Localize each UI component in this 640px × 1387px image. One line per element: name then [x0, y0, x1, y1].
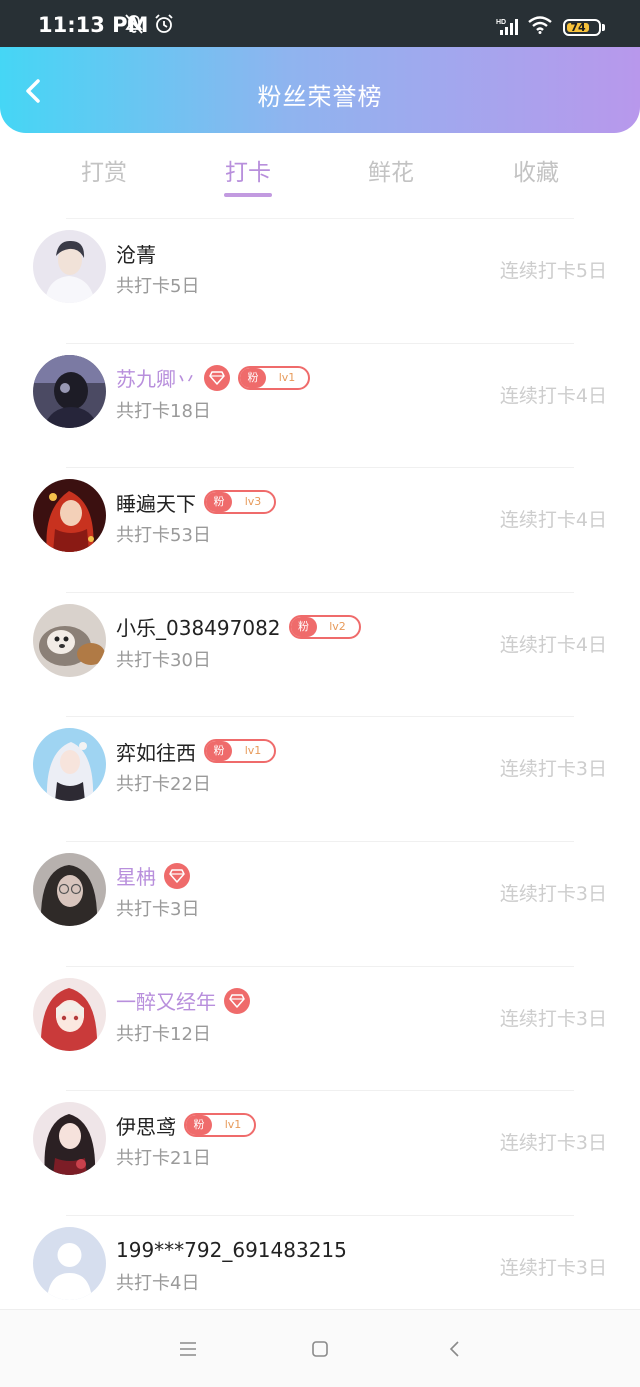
total-checkin-days: 共打卡18日	[116, 400, 211, 422]
user-name[interactable]: 小乐_038497082	[116, 612, 281, 641]
name-line: 睡遍天下粉 lv3	[116, 488, 276, 516]
total-checkin-days: 共打卡30日	[116, 649, 211, 671]
battery-level: 74	[567, 22, 589, 33]
avatar[interactable]	[33, 1226, 106, 1300]
fan-badge-level: lv3	[244, 495, 262, 509]
avatar[interactable]	[33, 479, 106, 553]
checkin-ranking-list: 沧菁 共打卡5日 连续打卡5日 苏九卿丷粉 lv1 共打卡18日 连续打卡4日 睡遍天下粉 lv…	[0, 219, 640, 1340]
alarm-icon	[155, 14, 173, 33]
fan-badge-prefix: 粉	[290, 616, 317, 637]
name-line: 199***792_691483215	[116, 1236, 347, 1264]
avatar[interactable]	[33, 354, 106, 428]
total-checkin-days: 共打卡12日	[116, 1023, 211, 1045]
total-checkin-days: 共打卡21日	[116, 1148, 211, 1170]
total-checkin-days: 共打卡53日	[116, 525, 211, 547]
user-name[interactable]: 一醉又经年	[116, 986, 216, 1015]
avatar[interactable]	[33, 1102, 106, 1176]
tab-favorites[interactable]: 收藏	[486, 153, 586, 187]
list-item[interactable]: 弈如往西粉 lv1 共打卡22日 连续打卡3日	[0, 717, 640, 842]
diamond-vip-icon	[204, 364, 230, 391]
streak-checkin-days: 连续打卡3日	[499, 882, 607, 905]
user-name[interactable]: 苏九卿丷	[116, 363, 196, 392]
fan-level-badge: 粉 lv3	[204, 490, 276, 515]
battery-tip	[602, 24, 605, 31]
tab-checkin[interactable]: 打卡	[198, 153, 298, 187]
streak-checkin-days: 连续打卡3日	[499, 1007, 607, 1030]
fan-badge-prefix: 粉	[186, 1115, 212, 1136]
list-item[interactable]: 小乐_038497082 粉 lv2 共打卡30日 连续打卡4日	[0, 593, 640, 718]
user-name[interactable]: 星柟	[116, 861, 156, 890]
streak-checkin-days: 连续打卡4日	[499, 509, 607, 532]
name-line: 苏九卿丷 粉 lv1	[116, 364, 310, 392]
fan-level-badge: 粉 lv2	[288, 614, 361, 639]
total-checkin-days: 共打卡22日	[116, 774, 211, 796]
status-bar: 11:13 PM HD 74	[0, 0, 640, 47]
name-line: 弈如往西粉 lv1	[116, 737, 276, 765]
user-name[interactable]: 沧菁	[116, 239, 156, 268]
avatar[interactable]	[33, 852, 106, 926]
user-name[interactable]: 睡遍天下	[116, 488, 196, 517]
wifi-icon	[528, 16, 552, 34]
diamond-vip-icon	[224, 987, 250, 1014]
fan-badge-level: lv2	[329, 619, 346, 633]
fan-badge-prefix: 粉	[206, 741, 232, 762]
fan-level-badge: 粉 lv1	[238, 365, 310, 390]
user-name[interactable]: 弈如往西	[116, 737, 196, 766]
fan-level-badge: 粉 lv1	[204, 739, 276, 764]
streak-checkin-days: 连续打卡3日	[499, 1132, 607, 1155]
hd-signal-icon: HD	[496, 19, 518, 35]
name-line: 小乐_038497082 粉 lv2	[116, 613, 361, 641]
tab-reward[interactable]: 打赏	[54, 153, 154, 187]
name-line: 伊思鸢粉 lv1	[116, 1111, 256, 1139]
list-item[interactable]: 沧菁共打卡5日 连续打卡5日	[0, 219, 640, 344]
list-item[interactable]: 睡遍天下粉 lv3 共打卡53日 连续打卡4日	[0, 468, 640, 593]
battery-icon: 74	[563, 19, 601, 36]
user-name[interactable]: 199***792_691483215	[116, 1238, 347, 1262]
streak-checkin-days: 连续打卡3日	[499, 758, 607, 781]
name-line: 沧菁	[116, 239, 156, 267]
avatar[interactable]	[33, 728, 106, 802]
fan-level-badge: 粉 lv1	[184, 1113, 256, 1138]
total-checkin-days: 共打卡4日	[116, 1272, 200, 1294]
header-bar: 粉丝荣誉榜	[0, 47, 640, 133]
page-title: 粉丝荣誉榜	[257, 83, 383, 111]
fan-badge-prefix: 粉	[206, 492, 232, 513]
name-line: 星柟	[116, 862, 190, 890]
streak-checkin-days: 连续打卡4日	[499, 633, 607, 656]
home-square-icon[interactable]	[308, 1337, 332, 1361]
avatar[interactable]	[33, 230, 106, 303]
list-item[interactable]: 星柟共打卡3日 连续打卡3日	[0, 842, 640, 967]
avatar[interactable]	[33, 603, 106, 677]
streak-checkin-days: 连续打卡4日	[499, 384, 607, 407]
total-checkin-days: 共打卡3日	[116, 898, 200, 920]
fan-badge-level: lv1	[224, 1118, 242, 1132]
menu-icon[interactable]	[176, 1337, 200, 1361]
system-nav-bar	[0, 1309, 640, 1387]
screen: 11:13 PM HD 74 粉丝荣誉榜 打赏 打卡 鲜花 收藏 沧菁 共打卡5…	[0, 0, 640, 1387]
list-item[interactable]: 一醉又经年共打卡12日 连续打卡3日	[0, 967, 640, 1092]
streak-checkin-days: 连续打卡5日	[499, 260, 607, 282]
active-tab-indicator	[224, 193, 272, 197]
fan-badge-prefix: 粉	[240, 367, 266, 388]
list-item[interactable]: 苏九卿丷 粉 lv1 共打卡18日 连续打卡4日	[0, 344, 640, 469]
total-checkin-days: 共打卡5日	[116, 276, 200, 297]
name-line: 一醉又经年	[116, 987, 250, 1015]
fan-badge-level: lv1	[244, 744, 262, 758]
tab-bar: 打赏 打卡 鲜花 收藏	[0, 133, 640, 219]
tab-flowers[interactable]: 鲜花	[341, 153, 441, 187]
svg-text:HD: HD	[496, 19, 506, 26]
user-name[interactable]: 伊思鸢	[116, 1111, 176, 1140]
mute-bell-icon	[125, 14, 143, 34]
list-item[interactable]: 伊思鸢粉 lv1 共打卡21日 连续打卡3日	[0, 1091, 640, 1216]
back-triangle-icon[interactable]	[443, 1337, 467, 1361]
streak-checkin-days: 连续打卡3日	[499, 1256, 607, 1279]
diamond-vip-icon	[164, 862, 190, 889]
avatar[interactable]	[33, 977, 106, 1051]
fan-badge-level: lv1	[278, 370, 296, 384]
